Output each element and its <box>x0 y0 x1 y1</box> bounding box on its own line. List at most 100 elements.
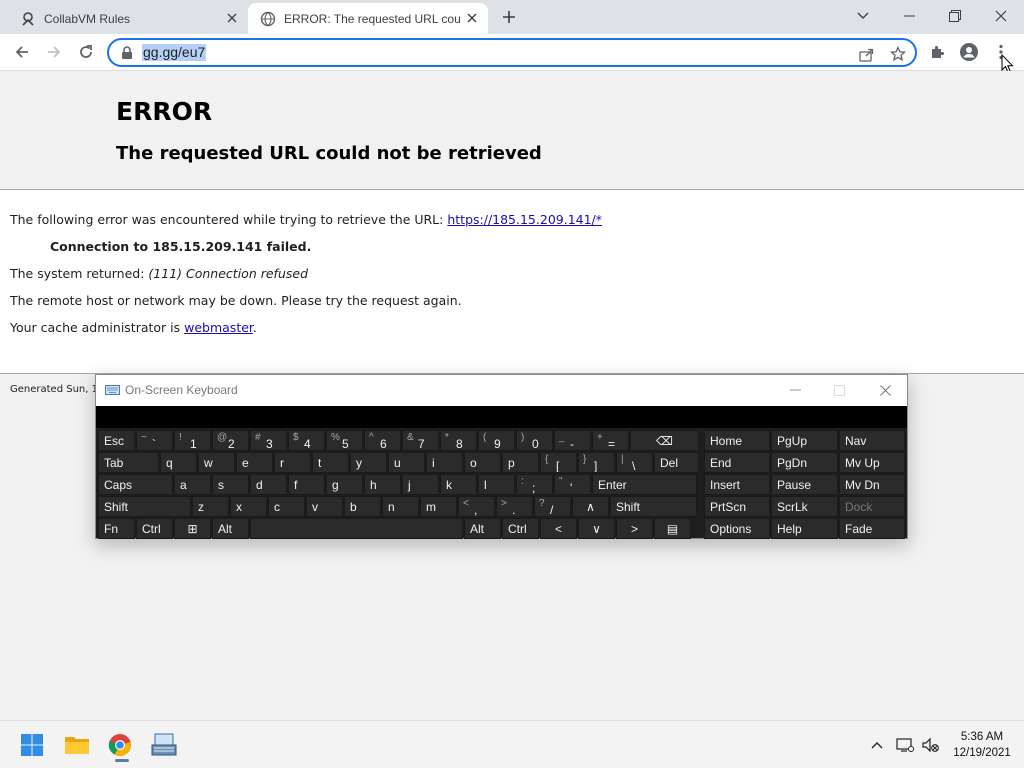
volume-status[interactable] <box>920 734 942 756</box>
key-sym[interactable]: >. <box>496 496 533 517</box>
key-r[interactable]: r <box>274 452 311 473</box>
key-sym[interactable]: }] <box>578 452 615 473</box>
key-z[interactable]: z <box>192 496 229 517</box>
arrow-up-key[interactable]: ∧ <box>572 496 609 517</box>
key-end[interactable]: End <box>704 452 770 473</box>
key-sym[interactable]: + = <box>592 430 629 451</box>
arrow-down-key[interactable]: ∨ <box>578 518 615 539</box>
tab-collabvm-rules[interactable]: CollabVM Rules <box>8 3 248 34</box>
key-2[interactable]: @2 <box>212 430 249 451</box>
share-icon[interactable] <box>857 45 875 63</box>
chrome-taskbar-button[interactable] <box>102 727 138 763</box>
key-k[interactable]: k <box>440 474 477 495</box>
key-backtick[interactable]: ~ ` <box>136 430 173 451</box>
tab-error-page[interactable]: ERROR: The requested URL could not be re… <box>248 3 488 34</box>
close-tab-icon[interactable] <box>224 10 240 26</box>
extensions-icon[interactable] <box>926 41 948 63</box>
key-shift[interactable]: Shift <box>98 496 191 517</box>
key-e[interactable]: e <box>236 452 273 473</box>
key-b[interactable]: b <box>344 496 381 517</box>
key-sym[interactable]: " ' <box>554 474 591 495</box>
key-fn[interactable]: Fn <box>98 518 135 539</box>
back-button[interactable] <box>8 38 36 66</box>
key-8[interactable]: * 8 <box>440 430 477 451</box>
address-text[interactable]: gg.gg/eu7 <box>142 44 207 61</box>
key-4[interactable]: $4 <box>288 430 325 451</box>
key-help[interactable]: Help <box>771 518 838 539</box>
tab-search-button[interactable] <box>840 4 886 28</box>
key-mv-up[interactable]: Mv Up <box>839 452 905 473</box>
key-p[interactable]: p <box>502 452 539 473</box>
key-u[interactable]: u <box>388 452 425 473</box>
key-f[interactable]: f <box>288 474 325 495</box>
windows-key[interactable]: ⊞ <box>174 518 211 539</box>
key-mv-dn[interactable]: Mv Dn <box>839 474 905 495</box>
key-dock[interactable]: Dock <box>839 496 905 517</box>
key-pgdn[interactable]: PgDn <box>771 452 838 473</box>
address-bar[interactable]: gg.gg/eu7 <box>107 38 917 67</box>
key-sym[interactable]: ? / <box>534 496 571 517</box>
key-6[interactable]: ^ 6 <box>364 430 401 451</box>
key-pause[interactable]: Pause <box>771 474 838 495</box>
key-nav[interactable]: Nav <box>839 430 905 451</box>
arrow-left-key[interactable]: < <box>540 518 577 539</box>
key-home[interactable]: Home <box>704 430 770 451</box>
key-y[interactable]: y <box>350 452 387 473</box>
osk-title-bar[interactable]: On-Screen Keyboard <box>96 375 907 406</box>
close-window-button[interactable] <box>978 4 1024 28</box>
key-v[interactable]: v <box>306 496 343 517</box>
system-clock[interactable]: 5:36 AM 12/19/2021 <box>946 729 1018 761</box>
key-n[interactable]: n <box>382 496 419 517</box>
key-5[interactable]: % 5 <box>326 430 363 451</box>
key-esc[interactable]: Esc <box>98 430 135 451</box>
minimize-button[interactable] <box>886 4 932 28</box>
osk-close-button[interactable] <box>874 379 896 401</box>
key-m[interactable]: m <box>420 496 457 517</box>
key-tab[interactable]: Tab <box>98 452 159 473</box>
key-a[interactable]: a <box>174 474 211 495</box>
key-o[interactable]: o <box>464 452 501 473</box>
profile-avatar-icon[interactable] <box>958 41 980 63</box>
menu-key[interactable]: ▤ <box>654 518 691 539</box>
key-d[interactable]: d <box>250 474 287 495</box>
key-ctrl[interactable]: Ctrl <box>136 518 173 539</box>
key-c[interactable]: c <box>268 496 305 517</box>
key-sym[interactable]: <, <box>458 496 495 517</box>
key-i[interactable]: i <box>426 452 463 473</box>
key-h[interactable]: h <box>364 474 401 495</box>
key-t[interactable]: t <box>312 452 349 473</box>
key-sym[interactable]: :; <box>516 474 553 495</box>
key-j[interactable]: j <box>402 474 439 495</box>
key-enter[interactable]: Enter <box>592 474 697 495</box>
key-sym[interactable]: {[ <box>540 452 577 473</box>
requested-url-link[interactable]: https://185.15.209.141/* <box>447 212 602 227</box>
bookmark-star-icon[interactable] <box>889 45 907 63</box>
forward-button[interactable] <box>40 38 68 66</box>
key-q[interactable]: q <box>160 452 197 473</box>
arrow-right-key[interactable]: > <box>616 518 653 539</box>
key-del[interactable]: Del <box>654 452 699 473</box>
key-3[interactable]: #3 <box>250 430 287 451</box>
key-x[interactable]: x <box>230 496 267 517</box>
key-prtscn[interactable]: PrtScn <box>704 496 770 517</box>
key-options[interactable]: Options <box>704 518 770 539</box>
close-tab-icon[interactable] <box>464 10 480 26</box>
key-insert[interactable]: Insert <box>704 474 770 495</box>
reload-button[interactable] <box>72 38 100 66</box>
key-backslash[interactable]: | \ <box>616 452 653 473</box>
key-1[interactable]: ! 1 <box>174 430 211 451</box>
key-l[interactable]: l <box>478 474 515 495</box>
webmaster-link[interactable]: webmaster <box>184 320 253 335</box>
key-fade[interactable]: Fade <box>839 518 905 539</box>
key-w[interactable]: w <box>198 452 235 473</box>
key-scrlk[interactable]: ScrLk <box>771 496 838 517</box>
key-pgup[interactable]: PgUp <box>771 430 838 451</box>
file-explorer-button[interactable] <box>59 727 95 763</box>
key-sym[interactable]: _ - <box>554 430 591 451</box>
osk-maximize-button[interactable] <box>828 379 850 401</box>
key-ctrl[interactable]: Ctrl <box>502 518 539 539</box>
key-0[interactable]: ) 0 <box>516 430 553 451</box>
network-status[interactable] <box>894 734 916 756</box>
show-hidden-icons[interactable] <box>866 734 888 756</box>
osk-minimize-button[interactable] <box>784 379 806 401</box>
